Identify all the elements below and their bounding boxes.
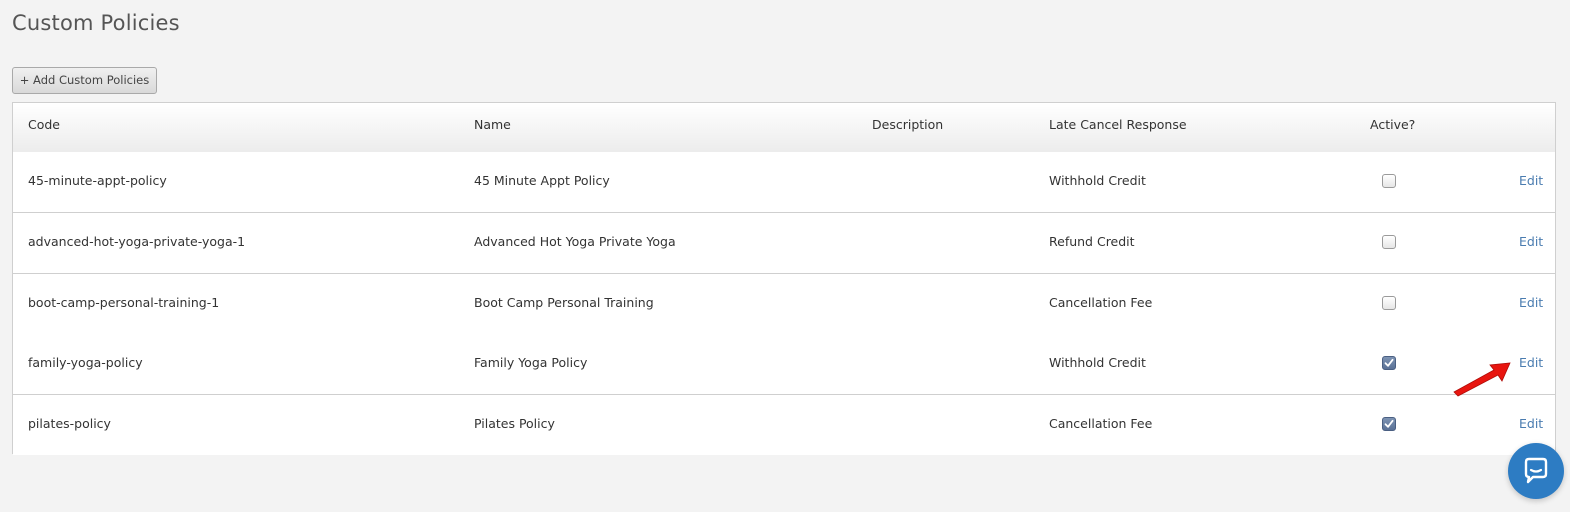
policy-late-cancel-response: Withhold Credit	[1049, 355, 1146, 370]
table-row: advanced-hot-yoga-private-yoga-1 Advance…	[13, 213, 1555, 274]
policy-name: Advanced Hot Yoga Private Yoga	[474, 234, 676, 249]
edit-link[interactable]: Edit	[1519, 274, 1543, 332]
table-row: family-yoga-policy Family Yoga Policy Wi…	[13, 334, 1555, 395]
active-checkbox[interactable]	[1382, 174, 1396, 188]
chat-button[interactable]	[1508, 443, 1564, 499]
policy-late-cancel-response: Cancellation Fee	[1049, 295, 1153, 310]
edit-link[interactable]: Edit	[1519, 152, 1543, 210]
checkmark-icon	[1384, 419, 1394, 428]
column-header-late-cancel-response[interactable]: Late Cancel Response	[1049, 103, 1187, 147]
column-header-name[interactable]: Name	[474, 103, 511, 147]
policy-code: family-yoga-policy	[28, 355, 143, 370]
add-custom-policies-button[interactable]: + Add Custom Policies	[12, 67, 157, 94]
policy-code: advanced-hot-yoga-private-yoga-1	[28, 234, 246, 249]
table-row: pilates-policy Pilates Policy Cancellati…	[13, 395, 1555, 455]
policy-late-cancel-response: Cancellation Fee	[1049, 416, 1153, 431]
column-header-code[interactable]: Code	[28, 103, 60, 147]
column-header-description[interactable]: Description	[872, 103, 943, 147]
policy-code: boot-camp-personal-training-1	[28, 295, 220, 310]
chat-bubble-icon	[1524, 457, 1548, 484]
policy-late-cancel-response: Refund Credit	[1049, 234, 1135, 249]
active-checkbox[interactable]	[1382, 296, 1396, 310]
table-header: Code Name Description Late Cancel Respon…	[13, 103, 1555, 153]
table-row: 45-minute-appt-policy 45 Minute Appt Pol…	[13, 152, 1555, 213]
edit-link[interactable]: Edit	[1519, 334, 1543, 392]
column-header-active[interactable]: Active?	[1370, 103, 1415, 147]
active-checkbox[interactable]	[1382, 235, 1396, 249]
policy-code: 45-minute-appt-policy	[28, 173, 167, 188]
page-title: Custom Policies	[12, 11, 180, 35]
checkmark-icon	[1384, 358, 1394, 367]
policy-code: pilates-policy	[28, 416, 111, 431]
policy-name: Family Yoga Policy	[474, 355, 588, 370]
policy-name: Pilates Policy	[474, 416, 555, 431]
annotation-arrow-icon	[1453, 362, 1511, 397]
active-checkbox[interactable]	[1382, 356, 1396, 370]
table-row: boot-camp-personal-training-1 Boot Camp …	[13, 274, 1555, 335]
policy-name: Boot Camp Personal Training	[474, 295, 654, 310]
policy-name: 45 Minute Appt Policy	[474, 173, 610, 188]
policies-table: Code Name Description Late Cancel Respon…	[12, 102, 1556, 455]
edit-link[interactable]: Edit	[1519, 213, 1543, 271]
policy-late-cancel-response: Withhold Credit	[1049, 173, 1146, 188]
active-checkbox[interactable]	[1382, 417, 1396, 431]
